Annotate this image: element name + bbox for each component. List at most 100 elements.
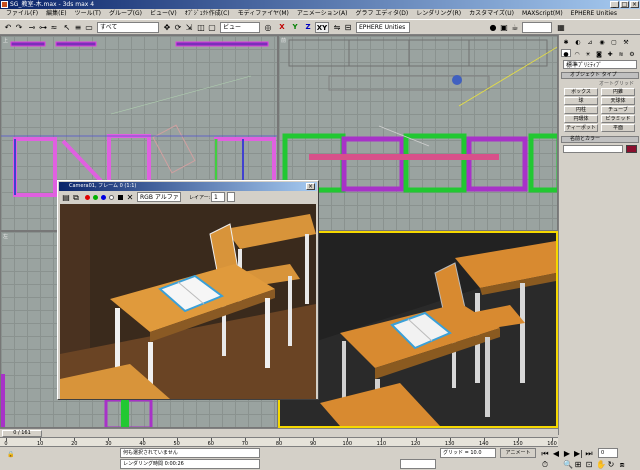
align-icon[interactable]: ⊟ [343, 22, 353, 33]
rollout-name-color[interactable]: 名前とカラー [561, 136, 639, 143]
pivot-center-icon[interactable]: ◎ [263, 22, 273, 33]
lights-icon[interactable]: ☀ [583, 49, 593, 58]
blue-channel-icon[interactable] [101, 195, 106, 200]
mono-icon[interactable] [118, 195, 123, 200]
sphere-button[interactable]: 球 [564, 97, 598, 105]
menu-file[interactable]: ファイル(F) [2, 9, 42, 19]
spacewarps-icon[interactable]: ≋ [616, 49, 626, 58]
utilities-tab-icon[interactable]: ⚒ [621, 37, 631, 48]
object-name-input[interactable] [563, 145, 623, 153]
create-tab-icon[interactable]: ✱ [561, 37, 571, 48]
clone-window-icon[interactable]: ⧉ [71, 192, 81, 203]
min-max-toggle-icon[interactable]: ⧈ [617, 459, 627, 470]
display-tab-icon[interactable]: ▢ [609, 37, 619, 48]
time-config-icon[interactable]: ⏱ [540, 459, 550, 470]
menu-views[interactable]: ビュー(V) [146, 9, 181, 19]
viewport-perspective[interactable]: 透視 [278, 231, 558, 428]
systems-icon[interactable]: ⚙ [627, 49, 637, 58]
squash-icon[interactable]: ◫ [196, 22, 206, 33]
selection-filter-dropdown[interactable]: すべて [97, 22, 159, 33]
teapot-button[interactable]: ティーポット [564, 124, 598, 132]
mirror-icon[interactable]: ⇋ [332, 22, 342, 33]
current-frame-input[interactable]: 0 [598, 448, 618, 458]
motion-tab-icon[interactable]: ◉ [597, 37, 607, 48]
menu-modifiers[interactable]: モディファイヤ(M) [234, 9, 293, 19]
cone-button[interactable]: 円錐 [601, 88, 635, 96]
shapes-icon[interactable]: ◠ [572, 49, 582, 58]
region-select-icon[interactable]: ▭ [84, 22, 94, 33]
menu-rendering[interactable]: レンダリング(R) [412, 9, 465, 19]
menu-group[interactable]: グループ(G) [105, 9, 146, 19]
axis-xy-button[interactable]: XY [315, 22, 329, 33]
play-icon[interactable]: ▶ [562, 448, 572, 459]
helpers-icon[interactable]: ✚ [605, 49, 615, 58]
rollout-object-type[interactable]: オブジェクト タイプ [561, 72, 639, 79]
app-icon[interactable] [1, 1, 8, 8]
render-window-close-button[interactable]: × [306, 183, 315, 190]
render-scene-icon[interactable]: ▣ [499, 22, 509, 33]
color-swatch[interactable] [227, 192, 235, 202]
autogrid-checkbox[interactable]: オートグリッド [599, 80, 634, 87]
render-type-dropdown[interactable] [522, 22, 552, 33]
named-selection-dropdown[interactable]: EPHERE Unities [356, 22, 410, 33]
lock-selection-icon[interactable]: 🔒 [4, 449, 18, 458]
zoom-icon[interactable]: 🔍 [562, 459, 573, 470]
close-button[interactable]: × [630, 1, 639, 8]
render-last-icon[interactable]: ▦ [556, 22, 566, 33]
redo-icon[interactable]: ↷ [14, 22, 24, 33]
quick-render-icon[interactable]: ☕ [510, 22, 520, 33]
menu-ephere[interactable]: EPHERE Unities [567, 9, 621, 19]
next-frame-icon[interactable]: ▶| [573, 448, 583, 459]
menu-maxscript[interactable]: MAXScript(M) [518, 9, 567, 19]
channel-dropdown[interactable]: RGB アルファ [137, 192, 181, 202]
tube-button[interactable]: チューブ [601, 106, 635, 114]
modify-tab-icon[interactable]: ◐ [573, 37, 583, 48]
maximize-button[interactable]: □ [620, 1, 629, 8]
ref-coord-dropdown[interactable]: ビュー [220, 22, 260, 33]
time-tag-field[interactable] [400, 459, 436, 469]
select-object-icon[interactable]: ↖ [62, 22, 72, 33]
zoom-extents-icon[interactable]: ⊡ [584, 459, 594, 470]
bind-space-warp-icon[interactable]: ≈ [49, 22, 59, 33]
animate-button[interactable]: アニメート [500, 448, 536, 458]
menu-tools[interactable]: ツール(T) [71, 9, 105, 19]
alpha-channel-icon[interactable] [109, 195, 114, 200]
arc-rotate-icon[interactable]: ↻ [606, 459, 616, 470]
hierarchy-tab-icon[interactable]: ⊿ [585, 37, 595, 48]
unlink-icon[interactable]: ⊶ [38, 22, 48, 33]
render-frame-window[interactable]: Camera01, フレーム 0 (1:1) × ▤ ⧉ ✕ RGB アルファ … [57, 180, 319, 400]
geometry-icon[interactable]: ● [561, 49, 571, 58]
cylinder-button[interactable]: 円柱 [564, 106, 598, 114]
menu-animation[interactable]: アニメーション(A) [293, 9, 352, 19]
rect-select-icon[interactable]: ▢ [207, 22, 217, 33]
category-dropdown[interactable]: 標準ﾌﾟﾘﾐﾃｨﾌﾞ [563, 60, 637, 69]
time-slider[interactable]: 0 / 161 [0, 428, 558, 437]
axis-x-button[interactable]: X [276, 22, 288, 33]
goto-end-icon[interactable]: ⏭ [584, 448, 594, 459]
menu-graph-editors[interactable]: グラフ エディタ(D) [351, 9, 412, 19]
cameras-icon[interactable]: ◙ [594, 49, 604, 58]
box-button[interactable]: ボックス [564, 88, 598, 96]
pan-icon[interactable]: ✋ [595, 459, 606, 470]
axis-z-button[interactable]: Z [302, 22, 314, 33]
pyramid-button[interactable]: ピラミッド [601, 115, 635, 123]
object-color-swatch[interactable] [626, 145, 637, 153]
menu-create[interactable]: ｵﾌﾞｼﾞｪｸﾄ作成(C) [181, 9, 234, 19]
goto-start-icon[interactable]: ⏮ [540, 448, 550, 459]
axis-y-button[interactable]: Y [289, 22, 301, 33]
save-bitmap-icon[interactable]: ▤ [61, 192, 71, 203]
select-move-icon[interactable]: ✥ [162, 22, 172, 33]
zoom-all-icon[interactable]: ⊞ [573, 459, 583, 470]
torus-button[interactable]: 円環体 [564, 115, 598, 123]
green-channel-icon[interactable] [93, 195, 98, 200]
select-link-icon[interactable]: ⊸ [27, 22, 37, 33]
undo-icon[interactable]: ↶ [3, 22, 13, 33]
prev-frame-icon[interactable]: ◀ [551, 448, 561, 459]
menu-customize[interactable]: カスタマイズ(U) [465, 9, 518, 19]
geosphere-button[interactable]: 天球体 [601, 97, 635, 105]
menu-edit[interactable]: 編集(E) [42, 9, 70, 19]
select-scale-icon[interactable]: ⇲ [184, 22, 194, 33]
red-channel-icon[interactable] [85, 195, 90, 200]
select-rotate-icon[interactable]: ⟳ [173, 22, 183, 33]
plane-button[interactable]: 平面 [601, 124, 635, 132]
